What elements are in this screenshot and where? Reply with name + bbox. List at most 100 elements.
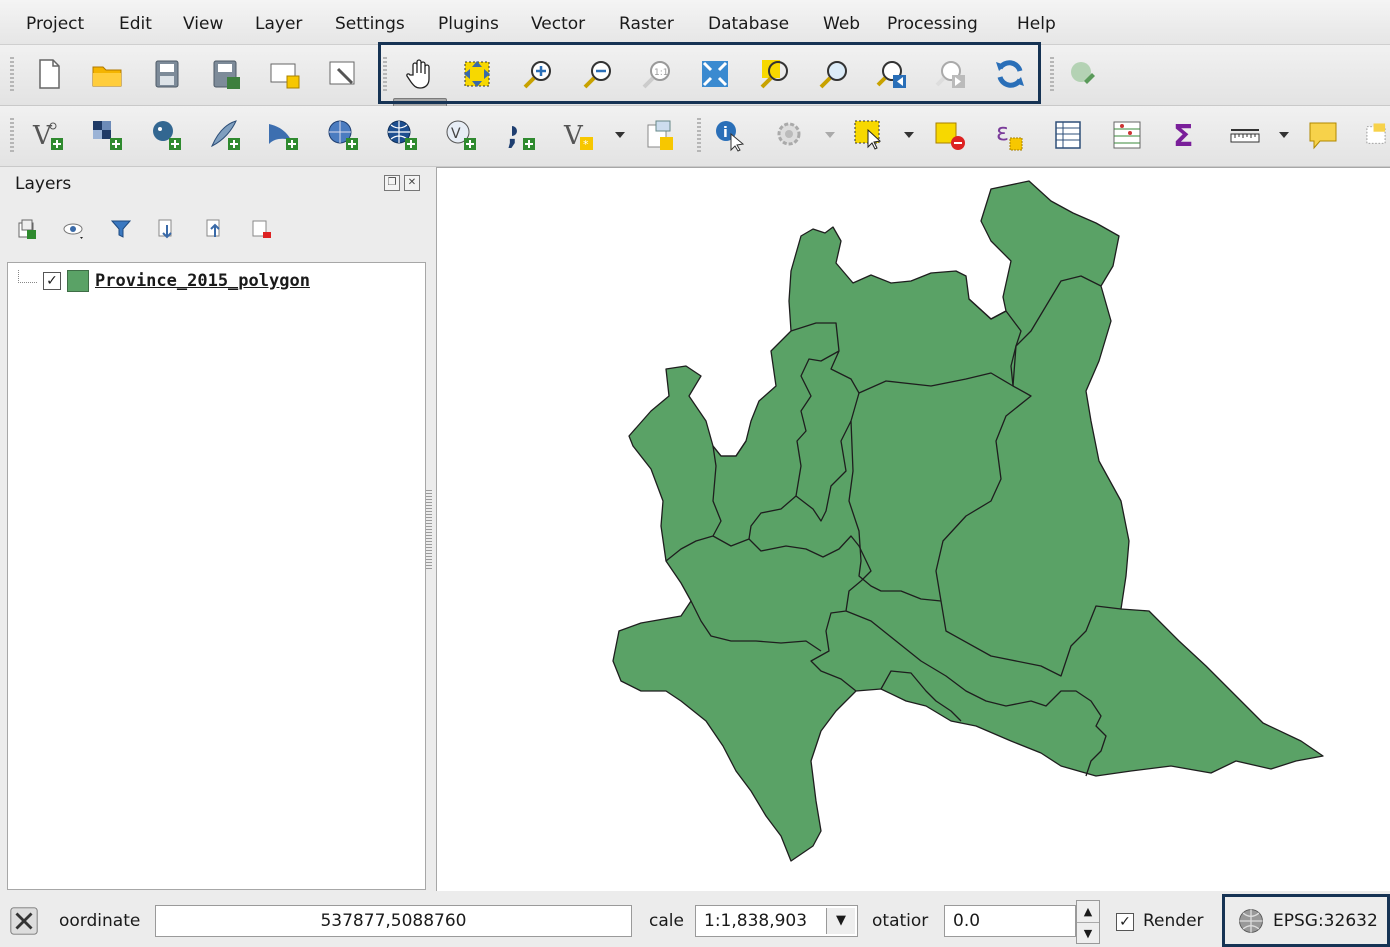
stepper-up-icon[interactable]: ▲: [1077, 901, 1099, 923]
zoom-next-icon[interactable]: [933, 56, 969, 92]
menu-view[interactable]: View: [183, 14, 223, 34]
add-postgis-layer-icon[interactable]: [148, 117, 184, 153]
new-print-composer-icon[interactable]: [266, 56, 302, 92]
zoom-native-icon[interactable]: 1:1: [639, 56, 675, 92]
expand-all-icon[interactable]: [153, 215, 181, 243]
chevron-down-icon[interactable]: [1279, 132, 1289, 138]
menu-bar: Project Edit View Layer Settings Plugins…: [0, 0, 1390, 45]
zoom-to-selection-icon[interactable]: [757, 56, 793, 92]
pan-icon[interactable]: [402, 56, 438, 92]
new-project-icon[interactable]: [31, 56, 67, 92]
svg-text:ε: ε: [996, 118, 1009, 146]
text-annotation-icon[interactable]: [1362, 117, 1390, 153]
identify-icon[interactable]: i: [712, 117, 748, 153]
visibility-eye-icon[interactable]: [59, 215, 87, 243]
menu-project[interactable]: Project: [26, 14, 84, 34]
toolbar-grip[interactable]: [383, 57, 387, 93]
add-spatialite-layer-icon[interactable]: [207, 117, 243, 153]
add-delimited-text-icon[interactable]: ,: [502, 117, 538, 153]
save-as-icon[interactable]: [208, 56, 244, 92]
refresh-icon[interactable]: [992, 56, 1028, 92]
region-outline: [612, 180, 1324, 862]
action-icon[interactable]: [772, 117, 808, 153]
statistics-icon[interactable]: [1109, 117, 1145, 153]
menu-settings[interactable]: Settings: [335, 14, 405, 34]
svg-text:Σ: Σ: [1173, 119, 1194, 152]
select-features-icon[interactable]: [851, 117, 887, 153]
svg-text:1:1: 1:1: [654, 68, 668, 78]
measure-icon[interactable]: [1227, 117, 1263, 153]
float-panel-icon[interactable]: ❐: [384, 175, 400, 191]
menu-vector[interactable]: Vector: [531, 14, 585, 34]
menu-database[interactable]: Database: [708, 14, 789, 34]
layer-symbol-swatch[interactable]: [67, 270, 89, 292]
menu-edit[interactable]: Edit: [119, 14, 152, 34]
map-polygons[interactable]: [437, 168, 1390, 891]
toolbar-grip[interactable]: [10, 57, 14, 93]
menu-processing[interactable]: Processing: [887, 14, 978, 34]
render-label: Render: [1143, 911, 1204, 931]
chevron-down-icon[interactable]: [904, 132, 914, 138]
add-wfs-layer-icon[interactable]: V: [443, 117, 479, 153]
add-vector-layer-icon[interactable]: V: [30, 117, 66, 153]
zoom-in-icon[interactable]: [520, 56, 556, 92]
add-raster-layer-icon[interactable]: [89, 117, 125, 153]
coordinate-field[interactable]: 537877,5088760: [155, 905, 632, 937]
pan-to-selection-icon[interactable]: [459, 56, 495, 92]
coordinate-mode-icon[interactable]: [8, 905, 40, 937]
render-checkbox[interactable]: ✓: [1116, 913, 1134, 931]
map-canvas[interactable]: [436, 167, 1390, 891]
layer-name[interactable]: Province_2015_polygon: [95, 271, 310, 291]
deselect-icon[interactable]: [932, 117, 968, 153]
layer-row[interactable]: ✓ Province_2015_polygon: [18, 269, 310, 293]
field-calculator-icon[interactable]: ε: [991, 117, 1027, 153]
remove-layer-icon[interactable]: [247, 215, 275, 243]
rotation-field[interactable]: 0.0: [944, 905, 1076, 937]
toolbar-grip[interactable]: [1050, 57, 1054, 93]
layer-tree: ✓ Province_2015_polygon: [7, 262, 426, 890]
plugin-icon[interactable]: [1065, 56, 1101, 92]
save-project-icon[interactable]: [149, 56, 185, 92]
stepper-down-icon[interactable]: ▼: [1077, 923, 1099, 944]
add-wms-layer-icon[interactable]: [325, 117, 361, 153]
add-mssql-layer-icon[interactable]: [265, 117, 301, 153]
collapse-all-icon[interactable]: [201, 215, 229, 243]
zoom-last-icon[interactable]: [874, 56, 910, 92]
scale-label: cale: [649, 911, 684, 931]
panel-splitter[interactable]: [426, 490, 432, 570]
chevron-down-icon[interactable]: [615, 132, 625, 138]
chevron-down-icon[interactable]: [825, 132, 835, 138]
layer-visibility-checkbox[interactable]: ✓: [43, 272, 61, 290]
menu-layer[interactable]: Layer: [255, 14, 302, 34]
close-panel-icon[interactable]: ✕: [404, 175, 420, 191]
zoom-full-icon[interactable]: [697, 56, 733, 92]
map-tips-icon[interactable]: [1305, 117, 1341, 153]
zoom-out-icon[interactable]: [580, 56, 616, 92]
new-shapefile-icon[interactable]: V *: [561, 117, 597, 153]
coordinate-label: oordinate: [59, 911, 141, 931]
chevron-down-icon[interactable]: ▼: [826, 908, 855, 934]
toolbar-grip[interactable]: [697, 118, 701, 154]
crs-highlight: [1222, 894, 1390, 947]
toolbar-grip[interactable]: [10, 118, 14, 154]
svg-text:*: *: [583, 138, 589, 151]
filter-legend-icon[interactable]: [107, 215, 135, 243]
scale-value: 1:1,838,903: [704, 911, 808, 931]
open-project-icon[interactable]: [89, 56, 125, 92]
composer-manager-icon[interactable]: [325, 56, 361, 92]
attribute-table-icon[interactable]: [1050, 117, 1086, 153]
menu-help[interactable]: Help: [1017, 14, 1056, 34]
rotation-stepper[interactable]: ▲ ▼: [1076, 900, 1100, 944]
scale-combo[interactable]: 1:1,838,903 ▼: [695, 905, 858, 937]
sum-icon[interactable]: Σ: [1167, 117, 1203, 153]
rotation-label: otatior: [872, 911, 929, 931]
zoom-to-layer-icon[interactable]: [816, 56, 852, 92]
add-group-icon[interactable]: [13, 215, 41, 243]
menu-raster[interactable]: Raster: [619, 14, 674, 34]
new-temporary-layer-icon[interactable]: [641, 117, 677, 153]
menu-web[interactable]: Web: [823, 14, 860, 34]
layers-panel-title: Layers: [15, 174, 72, 194]
menu-plugins[interactable]: Plugins: [438, 14, 499, 34]
toolbar-row-1: 1:1: [0, 45, 1390, 144]
add-wcs-layer-icon[interactable]: [384, 117, 420, 153]
